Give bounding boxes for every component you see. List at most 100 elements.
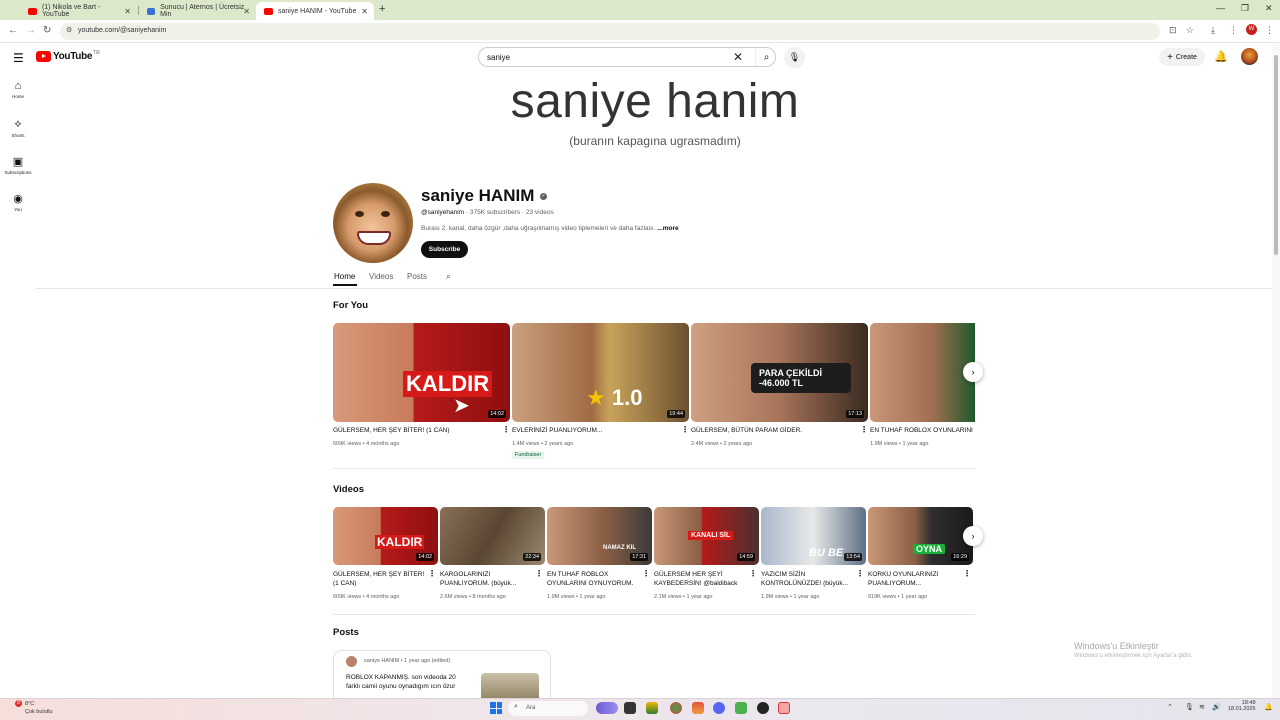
more-options-icon[interactable]: ⋮ — [856, 569, 864, 578]
create-button[interactable]: + Create — [1159, 48, 1205, 66]
more-options-icon[interactable]: ⋮ — [681, 425, 689, 434]
site-info-icon[interactable]: ⚙ — [66, 26, 72, 34]
active-app-icon[interactable] — [778, 702, 790, 714]
rail-item-shorts[interactable]: ⟡ Shorts — [0, 118, 36, 138]
video-thumbnail[interactable] — [870, 323, 975, 422]
windows-start-icon[interactable] — [490, 702, 502, 714]
video-title[interactable]: KORKU OYUNLARINIZI PUANLIYORUM... — [868, 570, 960, 588]
hamburger-menu-icon[interactable]: ☰ — [13, 51, 24, 65]
volume-icon[interactable]: 🔊 — [1212, 703, 1221, 711]
profile-avatar[interactable]: W — [1246, 24, 1257, 35]
video-title[interactable]: EN TUHAF ROBLOX OYUNLARINI — [870, 426, 975, 435]
microphone-tray-icon[interactable]: 🎙 — [1185, 703, 1194, 711]
close-tab-icon[interactable]: ✕ — [124, 7, 131, 16]
carousel-next-button[interactable]: › — [963, 362, 983, 382]
video-thumbnail[interactable]: KALDIR ➤ 14:02 — [333, 323, 510, 422]
video-views: 1.9M views — [761, 594, 789, 600]
more-options-icon[interactable]: ⋮ — [642, 569, 650, 578]
video-thumbnail[interactable]: BU BE 13:54 — [761, 507, 866, 565]
discord-icon[interactable] — [713, 702, 725, 714]
video-title[interactable]: EVLERİNİZİ PUANLIYORUM... — [512, 426, 672, 435]
close-tab-icon[interactable]: ✕ — [361, 7, 368, 16]
search-box[interactable]: saniye ✕ ⌕ — [478, 47, 776, 67]
download-icon[interactable]: ⤓ — [1211, 25, 1215, 36]
clear-search-icon[interactable]: ✕ — [733, 50, 743, 64]
section-title-videos: Videos — [333, 484, 364, 495]
browser-tab-2[interactable]: Sunucu | Aternos | Ücretsiz Min ✕ — [139, 2, 256, 20]
chrome-icon[interactable] — [670, 702, 682, 714]
new-tab-button[interactable]: + — [379, 3, 385, 15]
task-view-icon[interactable] — [624, 702, 636, 714]
youtube-logo[interactable]: YouTube TR — [36, 50, 100, 62]
voice-search-button[interactable]: 🎙 — [784, 47, 805, 68]
minecraft-icon[interactable] — [735, 702, 747, 714]
search-button[interactable]: ⌕ — [755, 48, 777, 66]
search-input[interactable]: saniye — [487, 53, 510, 62]
more-options-icon[interactable]: ⋮ — [749, 569, 757, 578]
bookmark-star-icon[interactable]: ☆ — [1186, 25, 1194, 36]
browser-tab-3-active[interactable]: saniye HANIM - YouTube ✕ — [256, 2, 374, 20]
file-explorer-icon[interactable] — [646, 702, 658, 714]
video-thumbnail[interactable]: NAMAZ KIL 17:31 — [547, 507, 652, 565]
app-icon[interactable] — [757, 702, 769, 714]
more-options-icon[interactable]: ⋮ — [963, 569, 971, 578]
video-title[interactable]: EN TUHAF ROBLOX OYUNLARINI OYNUYORUM. — [547, 570, 639, 588]
scrollbar-thumb[interactable] — [1274, 55, 1278, 255]
forward-icon[interactable]: → — [26, 25, 36, 36]
url-field[interactable]: youtube.com/@saniyehanim — [60, 23, 1160, 40]
install-app-icon[interactable]: ⊡ — [1169, 25, 1177, 36]
video-thumbnail[interactable]: KALDIR 14:02 — [333, 507, 438, 565]
weather-temperature[interactable]: 8°C — [25, 701, 34, 707]
post-author-avatar[interactable] — [346, 656, 357, 667]
tab-videos[interactable]: Videos — [369, 272, 393, 281]
more-options-icon[interactable]: ⋮ — [860, 425, 868, 434]
video-title[interactable]: GÜLERSEM, HER ŞEY BİTER! (1 CAN) — [333, 570, 425, 588]
weather-description[interactable]: Çok bulutlu — [25, 709, 53, 715]
reload-icon[interactable]: ↻ — [43, 25, 51, 36]
close-tab-icon[interactable]: ✕ — [243, 7, 250, 16]
copilot-icon[interactable] — [596, 702, 618, 714]
rail-item-you[interactable]: ◉ You — [0, 192, 36, 212]
taskbar-search-box[interactable]: Ara — [508, 701, 588, 716]
tab-posts[interactable]: Posts — [407, 272, 427, 281]
account-avatar[interactable] — [1241, 48, 1258, 65]
tray-clock[interactable]: 18:48 18.01.2026 — [1228, 700, 1256, 712]
browser-menu-icon[interactable]: ⋮ — [1265, 25, 1274, 36]
video-thumbnail[interactable]: PARA ÇEKİLDİ -46.000 TL 17:13 — [691, 323, 868, 422]
notifications-icon[interactable]: 🔔 — [1264, 703, 1273, 711]
video-title[interactable]: YAZICIM SİZİN KONTROLÜNÜZDE! (büyük... — [761, 570, 853, 588]
video-title[interactable]: KARGOLARINIZI PUANLIYORUM. (büyük... — [440, 570, 532, 588]
video-title[interactable]: GÜLERSEM HER ŞEYİ KAYBEDERSİN! @baldibac… — [654, 570, 746, 588]
rail-item-subscriptions[interactable]: ▣ Subscriptions — [0, 155, 36, 175]
video-thumbnail[interactable]: OYNA 16:29 — [868, 507, 973, 565]
notifications-bell-icon[interactable]: 🔔 — [1214, 50, 1228, 63]
thumbnail-caption-text: 1.0 — [611, 385, 643, 410]
back-icon[interactable]: ← — [8, 25, 18, 36]
post-age: 1 year ago (edited) — [404, 658, 451, 664]
channel-description[interactable]: Burası 2. kanal, daha özgür ,daha uğraşı… — [421, 225, 679, 232]
video-thumbnail[interactable]: 22:34 — [440, 507, 545, 565]
more-options-icon[interactable]: ⋮ — [502, 425, 510, 434]
video-title[interactable]: GÜLERSEM, HER ŞEY BİTER! (1 CAN) — [333, 426, 493, 435]
video-thumbnail[interactable]: ★ 1.0 19:44 — [512, 323, 689, 422]
wifi-icon[interactable]: ≋ — [1199, 703, 1205, 711]
video-title[interactable]: GÜLERSEM, BÜTÜN PARAM GİDER. — [691, 426, 851, 435]
extensions-icon[interactable]: ⋮ — [1229, 25, 1238, 36]
browser-tab-1[interactable]: (1) Nikola ve Bart - YouTube ✕ — [20, 2, 137, 20]
more-options-icon[interactable]: ⋮ — [535, 569, 543, 578]
weather-badge[interactable]: 8 — [15, 700, 22, 707]
close-window-button[interactable]: ✕ — [1265, 3, 1273, 14]
more-link[interactable]: ...more — [657, 225, 678, 232]
post-author[interactable]: saniye HANIM — [364, 658, 399, 664]
app-icon[interactable] — [692, 702, 704, 714]
carousel-next-button[interactable]: › — [963, 526, 983, 546]
tray-chevron-icon[interactable]: ⌃ — [1167, 703, 1173, 711]
tab-home[interactable]: Home — [334, 272, 355, 281]
channel-search-icon[interactable]: ⌕ — [446, 271, 451, 282]
video-thumbnail[interactable]: KANALI SİL 14:59 — [654, 507, 759, 565]
more-options-icon[interactable]: ⋮ — [428, 569, 436, 578]
maximize-button[interactable]: ❐ — [1241, 3, 1249, 14]
subscribe-button[interactable]: Subscribe — [421, 241, 468, 258]
minimize-button[interactable]: — — [1216, 3, 1225, 13]
rail-item-home[interactable]: ⌂ Home — [0, 80, 36, 99]
